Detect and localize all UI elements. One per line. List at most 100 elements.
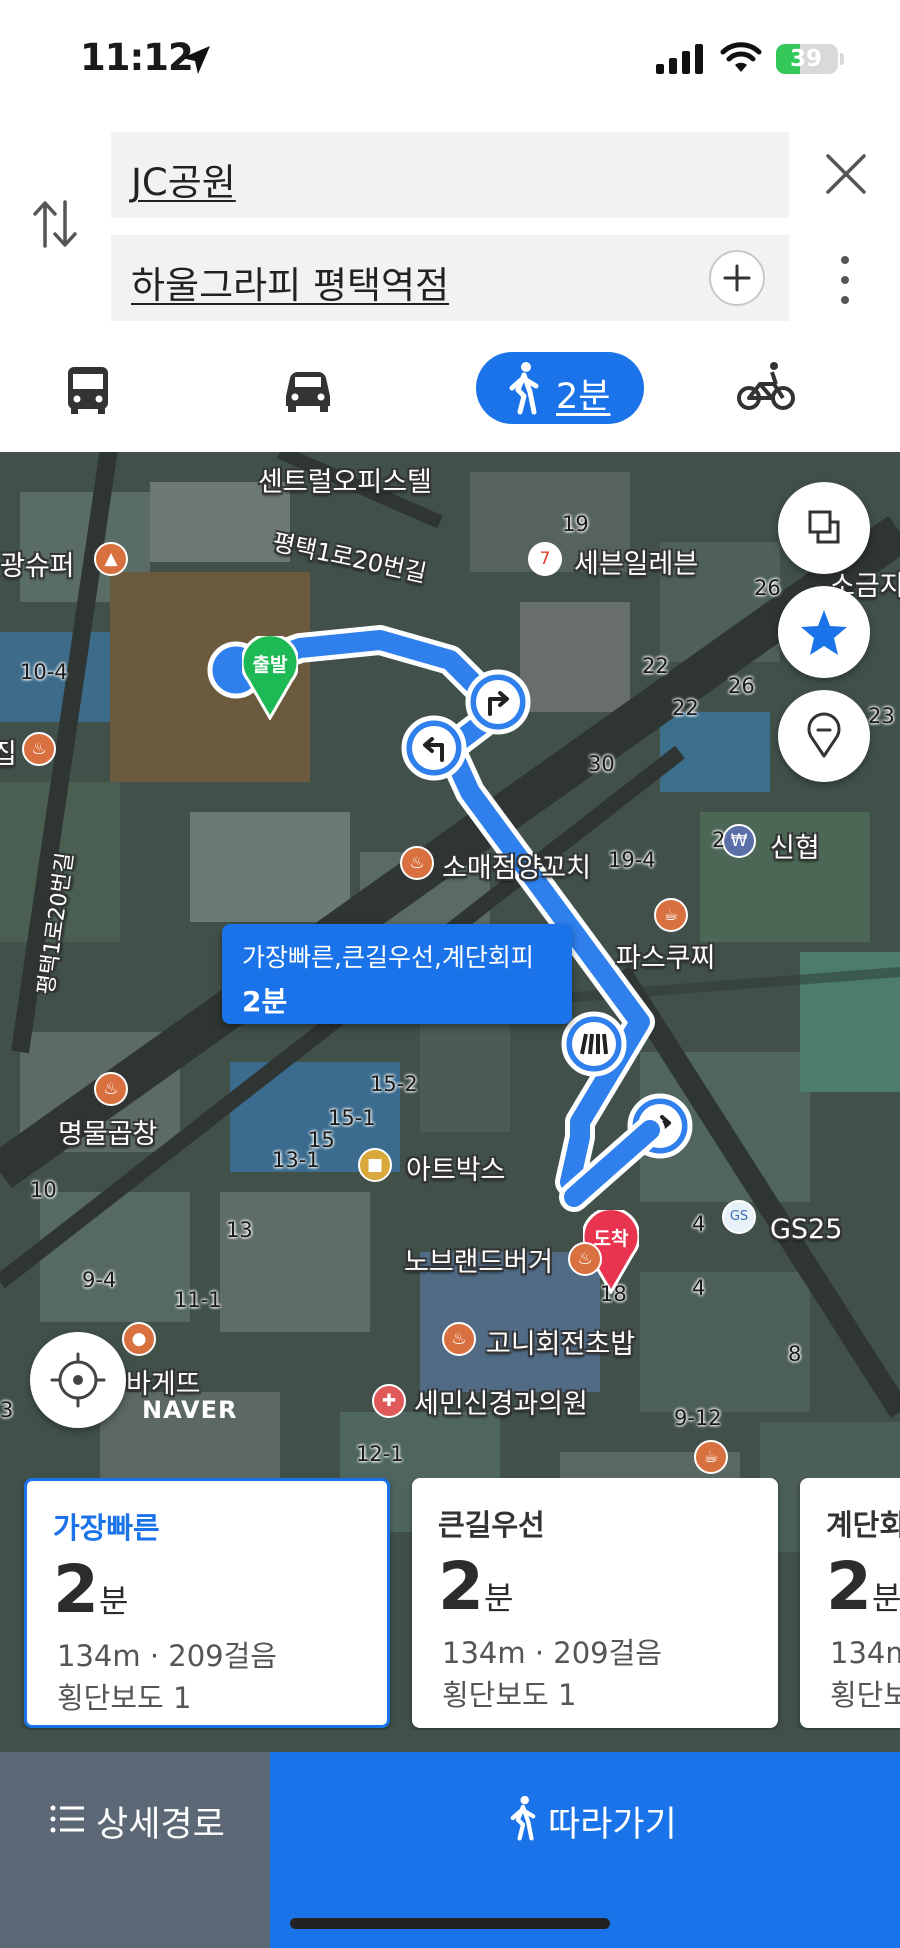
bank-icon: ₩ — [722, 824, 756, 858]
route-option-time-num: 2 — [53, 1551, 99, 1628]
restaurant-icon-5: ♨ — [442, 1322, 476, 1356]
cellular-signal-icon — [656, 44, 703, 74]
more-options-icon[interactable] — [830, 252, 860, 308]
bicycle-icon — [737, 362, 795, 410]
map-label-somaejeom: 소매점양꼬치 — [442, 853, 592, 884]
building-number: 8 — [788, 1342, 802, 1366]
origin-field[interactable]: JC공원 — [111, 132, 789, 218]
building-number: 13 — [226, 1218, 253, 1242]
home-indicator[interactable] — [290, 1918, 610, 1929]
route-option-time: 2분 — [53, 1551, 128, 1628]
building-number: 26 — [754, 576, 781, 600]
route-option-card[interactable]: 계단회피 2분 134m · 209걸음 횡단보도 1 — [800, 1478, 900, 1728]
star-icon — [801, 610, 847, 655]
route-option-time-num: 2 — [826, 1548, 872, 1625]
naver-watermark: NAVER — [142, 1396, 238, 1424]
favorite-button[interactable] — [778, 586, 870, 678]
map-label-gonihoe: 고니회전초밥 — [486, 1329, 636, 1360]
route-option-distance: 134m · 209걸음 — [830, 1636, 900, 1670]
map-label-jib: 집 — [0, 739, 17, 770]
detail-route-button[interactable]: 상세경로 — [0, 1752, 270, 1948]
location-arrow-icon — [182, 46, 210, 74]
shop-icon: ■ — [358, 1148, 392, 1182]
cafe-icon-2: ☕ — [694, 1440, 728, 1474]
layers-icon — [808, 510, 840, 544]
building-number: 3 — [0, 1398, 14, 1422]
building-number: 15-1 — [328, 1106, 376, 1130]
restaurant-icon-3: ♨ — [94, 1072, 128, 1106]
route-time: 2분 — [242, 985, 288, 1018]
bakery-icon: ● — [122, 1322, 156, 1356]
building-number: 13-1 — [272, 1148, 320, 1172]
route-option-time: 2분 — [438, 1548, 513, 1625]
destination-field[interactable]: 하울그라피 평택역점 — [111, 235, 789, 321]
route-tags: 가장빠른,큰길우선,계단회피 — [242, 943, 534, 972]
map-label-paskucci: 파스쿠찌 — [616, 943, 716, 974]
route-option-title: 가장빠른 — [53, 1511, 160, 1545]
battery-percent: 39 — [789, 46, 822, 72]
wifi-icon — [720, 42, 762, 72]
tab-walk[interactable]: 2분 — [476, 352, 644, 424]
battery-nub — [840, 53, 844, 65]
shopping-icon: ▲ — [94, 542, 128, 576]
battery-indicator: 39 — [776, 44, 838, 74]
map-label-semin: 세민신경과의원 — [414, 1389, 588, 1420]
building-number: 9-12 — [674, 1406, 722, 1430]
walk-time-label: 2분 — [556, 377, 611, 417]
bus-icon — [68, 367, 108, 414]
route-options-carousel[interactable]: 가장빠른 2분 134m · 209걸음 횡단보도 1 큰길우선 2분 134m… — [0, 1478, 900, 1730]
route-option-time-num: 2 — [438, 1548, 484, 1625]
hospital-icon: ✚ — [372, 1384, 406, 1418]
restaurant-icon-1: ♨ — [22, 732, 56, 766]
building-number: 22 — [672, 696, 699, 720]
map-label-gs25: GS25 — [770, 1214, 843, 1245]
current-location-button[interactable] — [30, 1332, 126, 1428]
route-option-time-unit: 분 — [98, 1582, 129, 1620]
walking-person-icon — [510, 1795, 536, 1841]
map-label-atbox: 아트박스 — [406, 1155, 506, 1186]
swap-direction-icon[interactable] — [30, 196, 80, 252]
layers-button[interactable] — [778, 482, 870, 574]
tab-transit[interactable] — [60, 352, 116, 424]
origin-text: JC공원 — [131, 161, 236, 204]
building-number: 9-4 — [82, 1268, 117, 1292]
location-pin-icon — [807, 712, 841, 758]
route-option-time: 2분 — [826, 1548, 900, 1625]
route-option-time-unit: 분 — [871, 1579, 900, 1617]
route-option-crosswalk: 횡단보도 1 — [57, 1681, 192, 1715]
plus-icon — [723, 264, 751, 292]
building-number: 15-2 — [370, 1072, 418, 1096]
crosshair-icon — [50, 1352, 106, 1408]
cafe-icon-1: ☕ — [654, 898, 688, 932]
gs25-icon: GS — [722, 1200, 756, 1234]
start-pin-icon — [240, 633, 300, 721]
route-info-bubble[interactable]: 가장빠른,큰길우선,계단회피 2분 — [222, 924, 572, 1024]
building-number: 4 — [692, 1276, 706, 1300]
map-label-sinhyup: 신협 — [770, 833, 820, 864]
building-number: 4 — [692, 1212, 706, 1236]
close-icon[interactable] — [822, 150, 870, 198]
building-number: 18 — [600, 1282, 627, 1306]
status-bar: 11:12 39 — [0, 0, 900, 120]
route-option-card[interactable]: 가장빠른 2분 134m · 209걸음 횡단보도 1 — [24, 1478, 390, 1728]
building-number: 12-1 — [356, 1442, 404, 1466]
route-option-time-unit: 분 — [483, 1579, 514, 1617]
seven-eleven-icon: 7 — [528, 542, 562, 576]
detail-route-label: 상세경로 — [96, 1805, 225, 1845]
status-time: 11:12 — [80, 36, 194, 79]
destination-text: 하울그라피 평택역점 — [131, 264, 450, 307]
route-option-crosswalk: 횡단보도 1 — [830, 1678, 900, 1712]
building-number: 30 — [588, 752, 615, 776]
map-label-novrand: 노브랜드버거 — [404, 1247, 554, 1278]
tab-car[interactable] — [280, 352, 336, 424]
route-option-title: 계단회피 — [826, 1508, 900, 1542]
building-number: 19-4 — [608, 848, 656, 872]
tab-bike[interactable] — [736, 352, 796, 424]
route-option-distance: 134m · 209걸음 — [442, 1636, 662, 1670]
building-number: 19 — [562, 512, 589, 536]
route-option-card[interactable]: 큰길우선 2분 134m · 209걸음 횡단보도 1 — [412, 1478, 778, 1728]
building-number: 26 — [728, 674, 755, 698]
start-pin: 출발 — [240, 633, 300, 724]
add-waypoint-button[interactable] — [709, 250, 765, 306]
location-pin-button[interactable] — [778, 690, 870, 782]
